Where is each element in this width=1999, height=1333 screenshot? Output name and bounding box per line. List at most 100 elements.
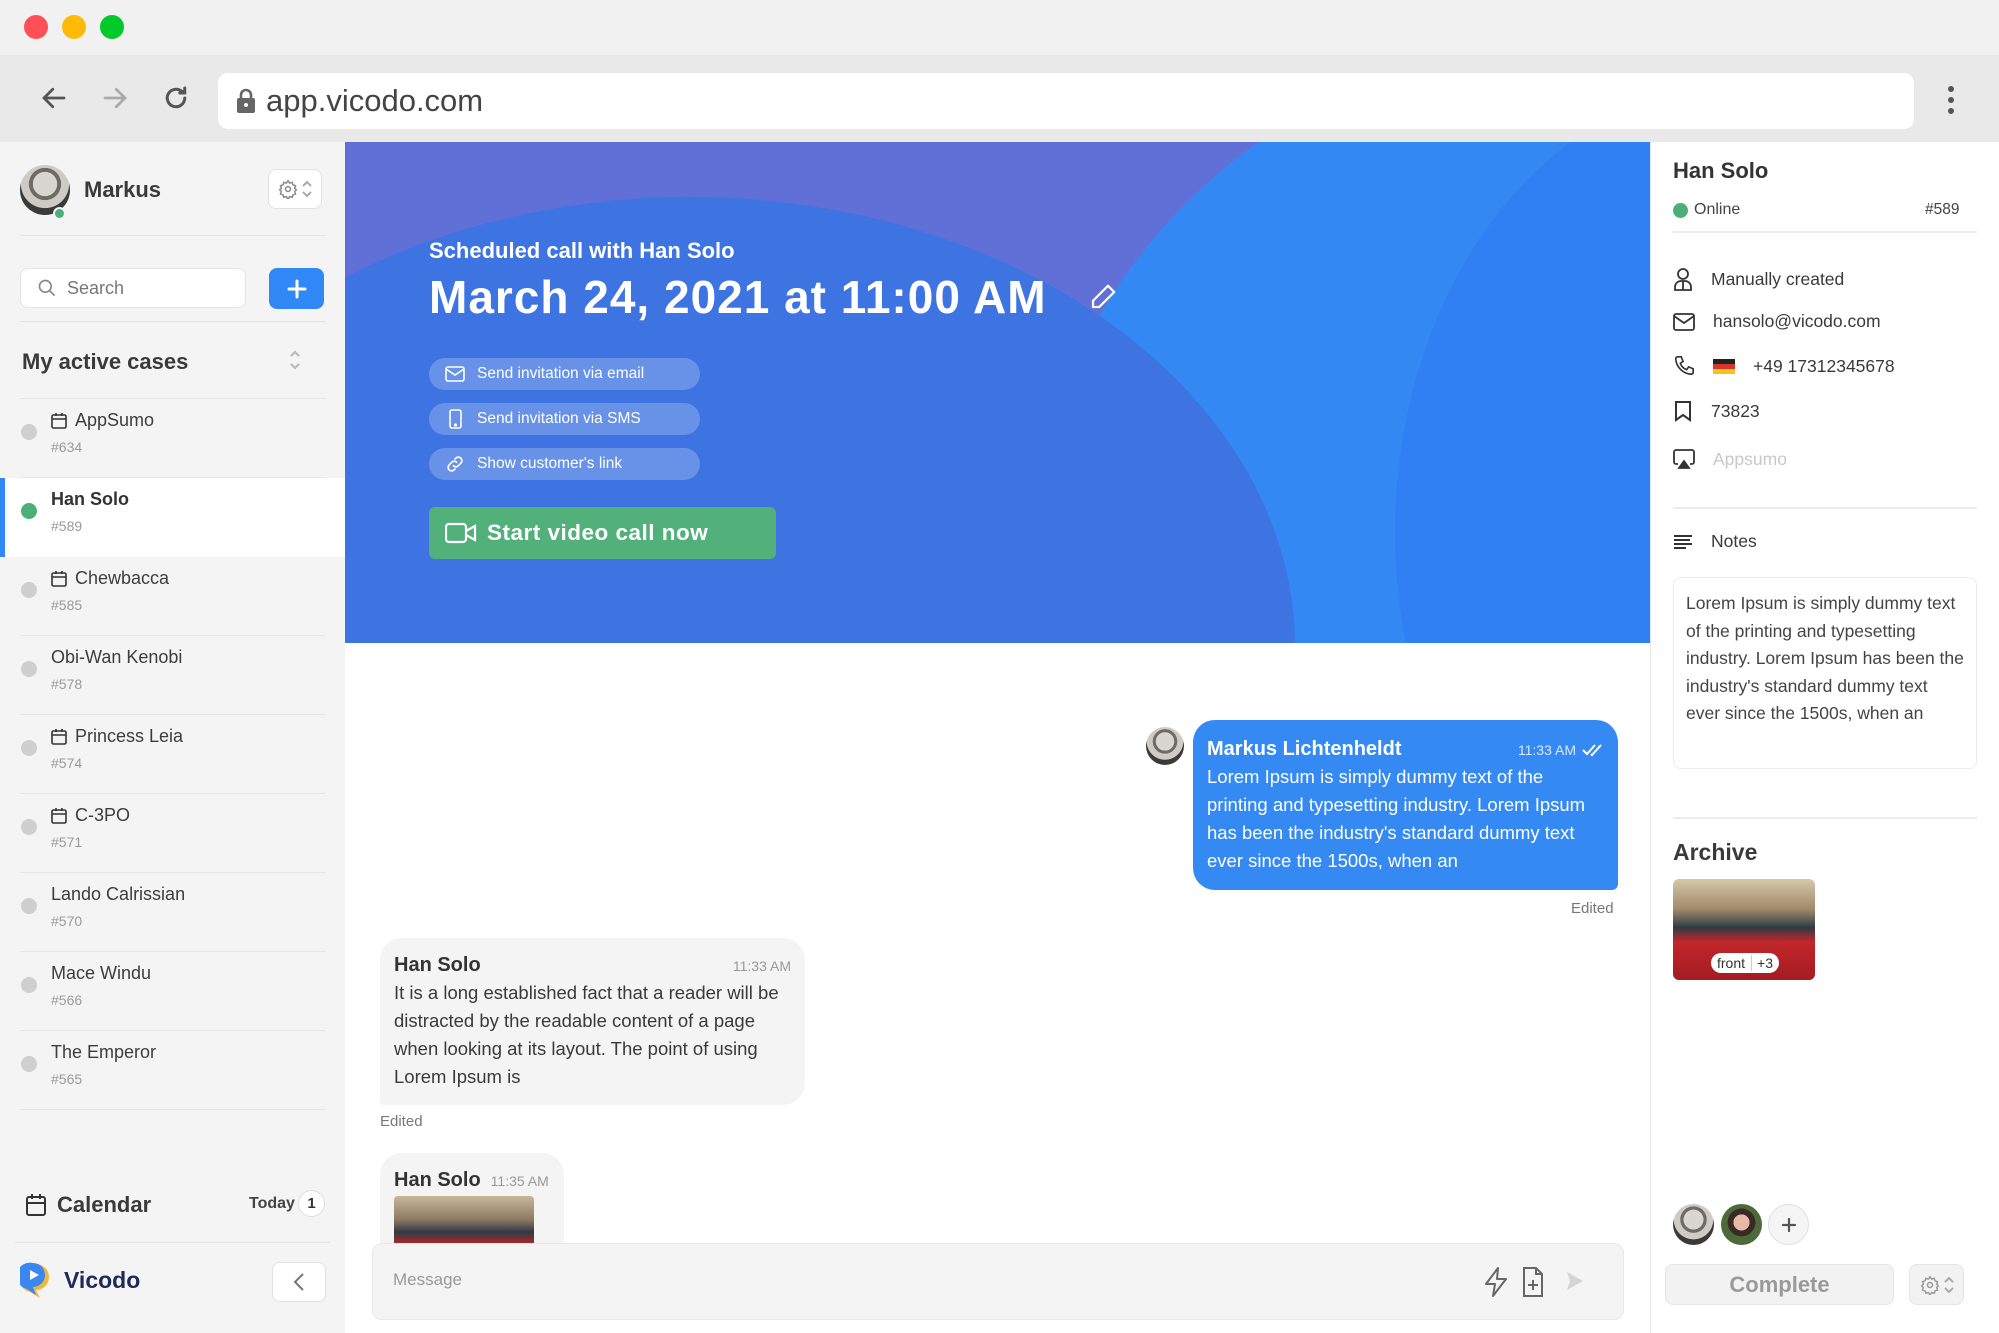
call-datetime: March 24, 2021 at 11:00 AM (429, 271, 1047, 323)
archive-thumbnail[interactable]: front +3 (1673, 879, 1815, 980)
sort-cases-button[interactable] (289, 349, 301, 376)
user-settings-button[interactable] (268, 169, 322, 209)
today-count-badge[interactable]: 1 (298, 1190, 325, 1217)
back-button[interactable] (36, 80, 72, 116)
divider (20, 235, 326, 236)
phone-icon (1674, 356, 1694, 376)
case-name: Han Solo (51, 489, 129, 510)
contact-reference-text: 73823 (1711, 400, 1760, 421)
case-name-text: The Emperor (51, 1042, 157, 1062)
case-list-item[interactable]: Obi-Wan Kenobi #578 (0, 636, 345, 715)
user-icon (1674, 268, 1692, 291)
quick-replies-button[interactable] (1483, 1266, 1509, 1303)
add-case-button[interactable] (269, 268, 324, 309)
case-name-text: Mace Windu (51, 963, 152, 983)
contact-company-field[interactable]: Appsumo (1673, 448, 1787, 470)
message-incoming[interactable]: Han Solo 11:33 AM It is a long establish… (380, 938, 805, 1105)
case-status-dot (21, 898, 37, 914)
calendar-link[interactable]: Calendar (25, 1192, 151, 1218)
contact-status-label: Online (1694, 201, 1741, 218)
show-customer-link-button[interactable]: Show customer's link (429, 448, 700, 480)
case-list-item[interactable]: The Emperor #565 (0, 1031, 345, 1110)
message-author: Han Solo (394, 1169, 481, 1191)
case-name-text: Obi-Wan Kenobi (51, 647, 183, 667)
chat-panel: Markus Lichtenheldt 11:33 AM Lorem Ipsum… (345, 643, 1650, 1333)
send-sms-invite-button[interactable]: Send invitation via SMS (429, 403, 700, 435)
attach-file-button[interactable] (1521, 1266, 1545, 1303)
search-input[interactable]: Search (20, 268, 246, 308)
contact-email-text: hansolo@vicodo.com (1713, 311, 1881, 331)
minimize-window-button[interactable] (62, 15, 86, 39)
cta-label: Start video call now (487, 520, 709, 545)
germany-flag-icon (1713, 358, 1735, 374)
case-list-item[interactable]: Princess Leia #574 (0, 715, 345, 794)
more-vertical-icon (1948, 86, 1954, 114)
message-author: Markus Lichtenheldt (1207, 738, 1402, 760)
case-list-item[interactable]: Han Solo #589 (0, 478, 345, 557)
case-name: Lando Calrissian (51, 884, 185, 905)
case-list-item[interactable]: C-3PO #571 (0, 794, 345, 873)
search-icon (38, 279, 56, 297)
case-list-item[interactable]: AppSumo #634 (0, 399, 345, 478)
divider (1673, 231, 1977, 233)
participant-avatar[interactable] (1721, 1204, 1762, 1245)
reload-button[interactable] (158, 80, 194, 116)
case-name-text: Han Solo (51, 489, 130, 509)
contact-email[interactable]: hansolo@vicodo.com (1673, 311, 1881, 332)
chevron-up-down-icon (290, 350, 300, 370)
contact-company-placeholder: Appsumo (1713, 448, 1787, 469)
collapse-sidebar-button[interactable] (272, 1262, 326, 1302)
maximize-window-button[interactable] (100, 15, 124, 39)
link-icon (447, 456, 463, 472)
case-number: #574 (51, 755, 83, 771)
case-number: #578 (51, 676, 83, 692)
message-author: Han Solo (394, 954, 481, 976)
add-participant-button[interactable] (1768, 1204, 1809, 1245)
close-window-button[interactable] (24, 15, 48, 39)
scheduled-call-banner: Scheduled call with Han Solo March 24, 2… (345, 142, 1650, 643)
calendar-label: Calendar (57, 1192, 152, 1217)
case-list-item[interactable]: Mace Windu #566 (0, 952, 345, 1031)
notes-label: Notes (1711, 531, 1757, 551)
edited-label: Edited (380, 1113, 423, 1130)
case-number: #571 (51, 834, 83, 850)
case-options-button[interactable] (1909, 1264, 1964, 1305)
forward-button[interactable] (97, 80, 133, 116)
pill-label: Send invitation via SMS (477, 410, 641, 427)
plus-icon (287, 279, 306, 298)
divider (15, 1242, 330, 1243)
bookmark-icon (1675, 401, 1691, 422)
contact-reference: 73823 (1673, 400, 1760, 422)
online-status-dot (53, 207, 66, 220)
edit-datetime-button[interactable] (1088, 282, 1118, 317)
address-bar[interactable]: app.vicodo.com (218, 73, 1914, 129)
start-video-call-button[interactable]: Start video call now (429, 507, 776, 559)
message-outgoing[interactable]: Markus Lichtenheldt 11:33 AM Lorem Ipsum… (1193, 720, 1618, 890)
complete-case-button[interactable]: Complete (1665, 1264, 1894, 1305)
message-input[interactable]: Message (372, 1243, 1624, 1320)
message-placeholder: Message (393, 1270, 462, 1289)
send-button[interactable] (1565, 1270, 1585, 1297)
file-plus-icon (1523, 1267, 1543, 1297)
pill-label: Send invitation via email (477, 365, 645, 382)
case-number: #634 (51, 439, 83, 455)
gear-icon (278, 179, 298, 199)
case-list-item[interactable]: Lando Calrissian #570 (0, 873, 345, 952)
message-meta: 11:33 AM (1518, 742, 1604, 758)
divider (1673, 817, 1977, 819)
case-name: Obi-Wan Kenobi (51, 647, 182, 668)
archive-title: Archive (1673, 839, 1758, 865)
case-status-dot (21, 503, 37, 519)
sender-avatar (1146, 727, 1184, 765)
browser-menu-button[interactable] (1944, 84, 1958, 121)
send-email-invite-button[interactable]: Send invitation via email (429, 358, 700, 390)
search-placeholder: Search (67, 277, 125, 298)
contact-phone[interactable]: +49 17312345678 (1673, 355, 1895, 377)
message-time: 11:35 AM (490, 1172, 549, 1189)
case-name: Princess Leia (51, 726, 183, 747)
participant-avatar[interactable] (1673, 1204, 1714, 1245)
contact-name: Han Solo (1673, 158, 1769, 183)
case-list-item[interactable]: Chewbacca #585 (0, 557, 345, 636)
notes-textarea[interactable]: Lorem Ipsum is simply dummy text of the … (1673, 577, 1977, 769)
calendar-icon (26, 1194, 46, 1216)
